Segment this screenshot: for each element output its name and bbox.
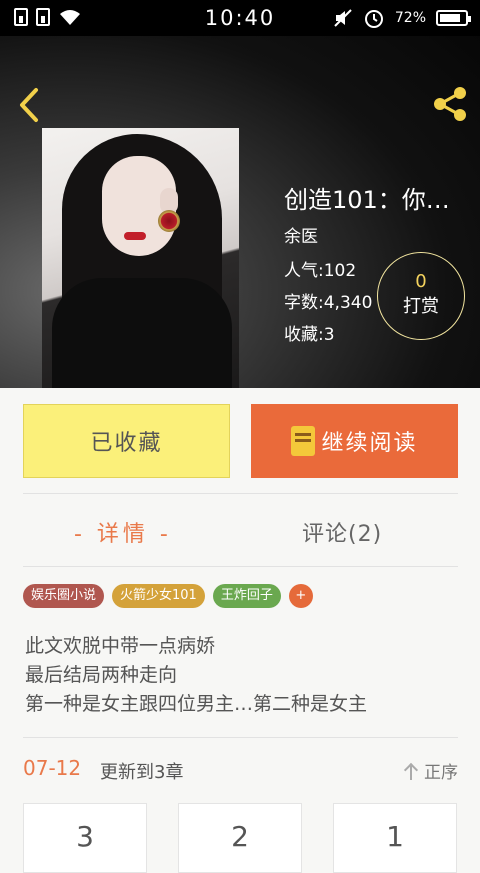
divider bbox=[23, 737, 458, 738]
popularity: 人气:102 bbox=[284, 261, 357, 281]
battery-percent: 72% bbox=[394, 10, 426, 26]
sort-order-button[interactable]: 正序 bbox=[404, 758, 458, 783]
alarm-icon bbox=[364, 10, 383, 28]
divider bbox=[23, 566, 458, 567]
status-bar: 10:40 72% bbox=[0, 0, 480, 36]
continue-reading-label: 继续阅读 bbox=[321, 431, 418, 456]
description-line: 此文欢脱中带一点病娇 bbox=[25, 635, 216, 657]
sort-label: 正序 bbox=[424, 763, 458, 783]
description-line: 第一种是女主跟四位男主…第二种是女主 bbox=[25, 693, 368, 715]
book-title: 创造101：你… bbox=[284, 186, 450, 214]
tag[interactable]: 王炸回子 bbox=[212, 584, 281, 608]
share-icon[interactable] bbox=[430, 84, 470, 124]
tag[interactable]: 娱乐圈小说 bbox=[23, 584, 105, 608]
mute-icon bbox=[334, 9, 352, 27]
chapter-item[interactable]: 3 bbox=[23, 803, 147, 873]
chapter-item[interactable]: 2 bbox=[178, 803, 302, 873]
author[interactable]: 余医 bbox=[284, 222, 318, 247]
divider bbox=[23, 493, 458, 494]
collected-button[interactable]: 已收藏 bbox=[23, 404, 230, 478]
update-date: 07-12 bbox=[23, 756, 82, 780]
tab-comments[interactable]: 评论(2) bbox=[302, 516, 382, 548]
update-text: 更新到3章 bbox=[100, 762, 184, 783]
arrow-up-icon bbox=[404, 763, 418, 780]
back-icon[interactable] bbox=[14, 86, 48, 124]
book-description[interactable]: 此文欢脱中带一点病娇 最后结局两种走向 第一种是女主跟四位男主…第二种是女主 bbox=[25, 632, 465, 719]
tag-list: 娱乐圈小说 火箭少女101 王炸回子 + bbox=[23, 584, 313, 608]
word-count: 字数:4,340 bbox=[284, 293, 373, 313]
book-cover-image[interactable] bbox=[42, 128, 239, 388]
continue-reading-button[interactable]: 继续阅读 bbox=[251, 404, 458, 478]
favorites-count: 收藏:3 bbox=[284, 325, 335, 345]
tag[interactable]: 火箭少女101 bbox=[112, 584, 205, 608]
chapter-item[interactable]: 1 bbox=[333, 803, 457, 873]
battery-icon bbox=[436, 10, 471, 26]
reward-label: 打赏 bbox=[403, 296, 439, 317]
description-line: 最后结局两种走向 bbox=[25, 664, 178, 686]
reward-button[interactable]: 0 打赏 bbox=[377, 252, 465, 340]
book-header: 10:40 72% 创造101：你… 余医 人气:102 字数:4,340 收藏… bbox=[0, 0, 480, 388]
add-tag-button[interactable]: + bbox=[288, 584, 313, 608]
tab-detail[interactable]: - 详情 - bbox=[74, 516, 172, 548]
book-icon bbox=[291, 426, 316, 456]
reward-count: 0 bbox=[415, 271, 427, 292]
